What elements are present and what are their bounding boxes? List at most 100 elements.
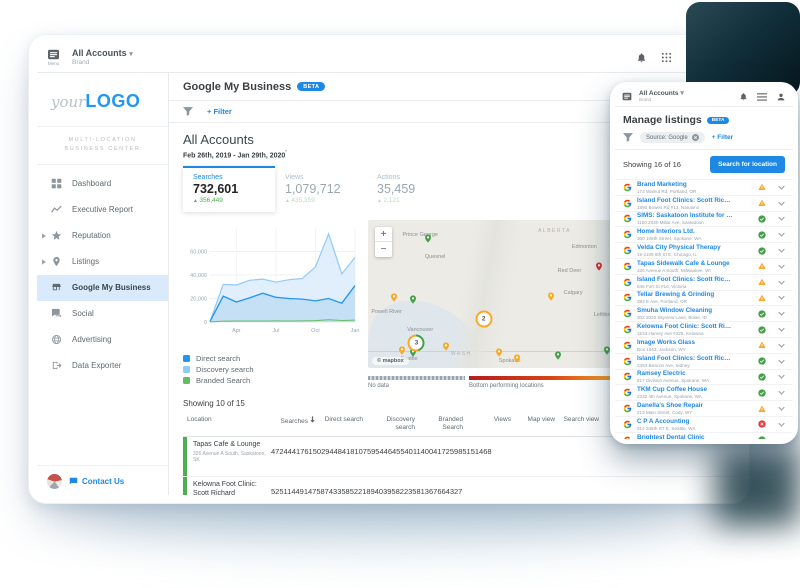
stat-card[interactable]: Views 1,079,712 435,359 bbox=[275, 166, 367, 212]
table-column-header[interactable]: Searches bbox=[271, 410, 319, 435]
listing-row[interactable]: Island Foot Clinics: Scott Richard Holli… bbox=[615, 273, 793, 290]
table-column-header[interactable]: Branded Search bbox=[419, 410, 467, 435]
legend-item[interactable]: Branded Search bbox=[183, 375, 360, 386]
table-column-header[interactable]: Location bbox=[183, 410, 271, 435]
add-filter-link[interactable]: + Filter bbox=[712, 134, 734, 141]
table-column-header[interactable]: Discovery search bbox=[367, 410, 419, 435]
listing-name[interactable]: Brightest Dental Clinic bbox=[637, 434, 733, 439]
listing-name[interactable]: Image Works Glass bbox=[637, 339, 733, 346]
table-row[interactable]: Kelowna Foot Clinic: Scott Richard Holli… bbox=[183, 476, 741, 495]
contact-us-link[interactable]: Contact Us bbox=[69, 477, 124, 486]
chevron-down-icon[interactable] bbox=[778, 248, 785, 253]
zoom-out-button[interactable]: − bbox=[375, 242, 392, 257]
sidebar-item[interactable]: Social bbox=[37, 301, 168, 327]
listing-name[interactable]: C P A Accounting bbox=[637, 418, 733, 425]
map-pin-icon[interactable] bbox=[423, 233, 432, 244]
account-switcher[interactable]: All Accounts ▾ Brand bbox=[72, 48, 133, 66]
chevron-down-icon[interactable] bbox=[778, 295, 785, 301]
add-filter-link[interactable]: + Filter bbox=[207, 107, 232, 116]
apps-grid-icon[interactable] bbox=[661, 52, 672, 63]
listing-name[interactable]: Smuha Window Cleaning bbox=[637, 307, 733, 314]
listing-row[interactable]: Ramsey Electric 817 Division Avenue, Spo… bbox=[615, 368, 793, 385]
chevron-down-icon[interactable] bbox=[778, 311, 785, 316]
listing-name[interactable]: Island Foot Clinics: Scott Richard Holli… bbox=[637, 197, 733, 204]
listing-name[interactable]: SIMS: Saskatoon Institute for Medical Si… bbox=[637, 212, 733, 219]
listing-name[interactable]: Danella's Shoe Repair bbox=[637, 402, 733, 409]
listing-row[interactable]: Image Works Glass Box 1043, Jackson, WY bbox=[615, 336, 793, 353]
legend-item[interactable]: Discovery search bbox=[183, 364, 360, 375]
legend-item[interactable]: Direct search bbox=[183, 353, 360, 364]
map-cluster-marker[interactable]: 3 bbox=[408, 335, 425, 352]
listing-row[interactable]: Brand Marketing 173 Walnut Rd, Portland,… bbox=[615, 179, 793, 195]
avatar[interactable] bbox=[47, 474, 62, 489]
chevron-down-icon[interactable] bbox=[778, 264, 785, 269]
sidebar-item[interactable]: Google My Business bbox=[37, 274, 168, 301]
sidebar-item[interactable]: Data Exporter bbox=[37, 353, 168, 379]
chevron-down-icon[interactable] bbox=[778, 422, 785, 427]
close-icon[interactable] bbox=[691, 134, 699, 141]
listing-row[interactable]: TKM Cup Coffee House 2332 4th Avenue, Sp… bbox=[615, 384, 793, 400]
listing-row[interactable]: Smuha Window Cleaning 302 2020 Skyview L… bbox=[615, 305, 793, 321]
listing-row[interactable]: C P A Accounting 514 345th ST E, Seattle… bbox=[615, 415, 793, 432]
listing-row[interactable]: Velda City Physical Therapy 19 2109 8th … bbox=[615, 242, 793, 258]
listing-row[interactable]: Island Foot Clinics: Scott Richard Holli… bbox=[615, 194, 793, 211]
chevron-down-icon[interactable] bbox=[778, 406, 785, 411]
chevron-down-icon[interactable] bbox=[778, 216, 785, 222]
phone-account-switcher[interactable]: All Accounts ▾ Brand bbox=[639, 90, 684, 103]
chevron-down-icon[interactable] bbox=[778, 327, 785, 332]
map-pin-icon[interactable] bbox=[390, 292, 399, 303]
chevron-down-icon[interactable] bbox=[778, 185, 785, 190]
sidebar-item[interactable]: Executive Report bbox=[37, 197, 168, 223]
chevron-down-icon[interactable] bbox=[778, 343, 785, 348]
map-pin-icon[interactable] bbox=[408, 294, 417, 305]
listing-name[interactable]: Island Foot Clinics: Scott Richard Holli… bbox=[637, 276, 733, 283]
map-pin-icon[interactable] bbox=[546, 291, 555, 302]
funnel-icon[interactable] bbox=[183, 107, 193, 116]
map-cluster-marker[interactable]: 2 bbox=[475, 311, 492, 328]
map-pin-icon[interactable] bbox=[442, 341, 451, 352]
zoom-in-button[interactable]: + bbox=[375, 227, 392, 243]
mapbox-logo[interactable]: © mapbox bbox=[372, 357, 409, 366]
sidebar-item[interactable]: Dashboard bbox=[37, 171, 168, 197]
listing-row[interactable]: SIMS: Saskatoon Institute for Medical Si… bbox=[615, 210, 793, 227]
map-pin-icon[interactable] bbox=[513, 353, 522, 364]
chevron-down-icon[interactable] bbox=[778, 280, 785, 285]
caret-right-icon[interactable] bbox=[42, 259, 55, 265]
listing-name[interactable]: TKM Cup Coffee House bbox=[637, 386, 733, 393]
stat-card[interactable]: Searches 732,601 356,449 bbox=[183, 166, 275, 213]
chevron-down-icon[interactable] bbox=[778, 390, 785, 395]
phone-menu-button[interactable] bbox=[622, 92, 632, 101]
person-icon[interactable] bbox=[776, 92, 786, 102]
listing-row[interactable]: Island Foot Clinics: Scott Richard Holli… bbox=[615, 352, 793, 369]
listing-name[interactable]: Velda City Physical Therapy bbox=[637, 244, 733, 251]
chevron-down-icon[interactable] bbox=[778, 232, 785, 237]
table-column-header[interactable]: Views bbox=[467, 410, 515, 435]
bell-icon[interactable] bbox=[636, 52, 647, 63]
table-column-header[interactable]: Direct search bbox=[319, 410, 367, 435]
map-pin-icon[interactable] bbox=[554, 350, 563, 361]
location-cell[interactable]: Kelowna Foot Clinic: Scott Richard Holli… bbox=[183, 476, 271, 495]
location-cell[interactable]: Tapas Cafe & Lounge 326 Avenue A South, … bbox=[183, 436, 271, 476]
listing-name[interactable]: Island Foot Clinics: Scott Richard Holli… bbox=[637, 355, 733, 362]
bell-icon[interactable] bbox=[739, 92, 748, 101]
sidebar-item[interactable]: Listings bbox=[37, 249, 168, 275]
listing-name[interactable]: Tellar Brewing & Grinding bbox=[637, 291, 733, 298]
chevron-down-icon[interactable] bbox=[778, 438, 785, 439]
listing-row[interactable]: Kelowna Foot Clinic: Scott Richard Holli… bbox=[615, 321, 793, 337]
listing-name[interactable]: Ramsey Electric bbox=[637, 370, 733, 377]
chevron-down-icon[interactable] bbox=[778, 374, 785, 380]
chevron-down-icon[interactable] bbox=[778, 201, 785, 206]
map-pin-icon[interactable] bbox=[397, 345, 406, 356]
caret-right-icon[interactable] bbox=[42, 233, 55, 239]
listing-name[interactable]: Kelowna Foot Clinic: Scott Richard Holli… bbox=[637, 323, 733, 330]
sort-down-icon[interactable] bbox=[310, 416, 315, 423]
search-for-location-button[interactable]: Search for location bbox=[710, 156, 785, 173]
map-pin-icon[interactable] bbox=[595, 261, 604, 272]
table-column-header[interactable]: Map view bbox=[515, 410, 559, 435]
listing-row[interactable]: Danella's Shoe Repair 213 Main Street, C… bbox=[615, 400, 793, 416]
listing-row[interactable]: Home Interiors Ltd. 300 106th Street, Sp… bbox=[615, 226, 793, 242]
listing-name[interactable]: Home Interiors Ltd. bbox=[637, 228, 733, 235]
stat-card[interactable]: Actions 35,459 2,121 bbox=[367, 166, 459, 212]
sidebar-item[interactable]: Reputation bbox=[37, 223, 168, 249]
map-pin-icon[interactable] bbox=[494, 347, 503, 358]
